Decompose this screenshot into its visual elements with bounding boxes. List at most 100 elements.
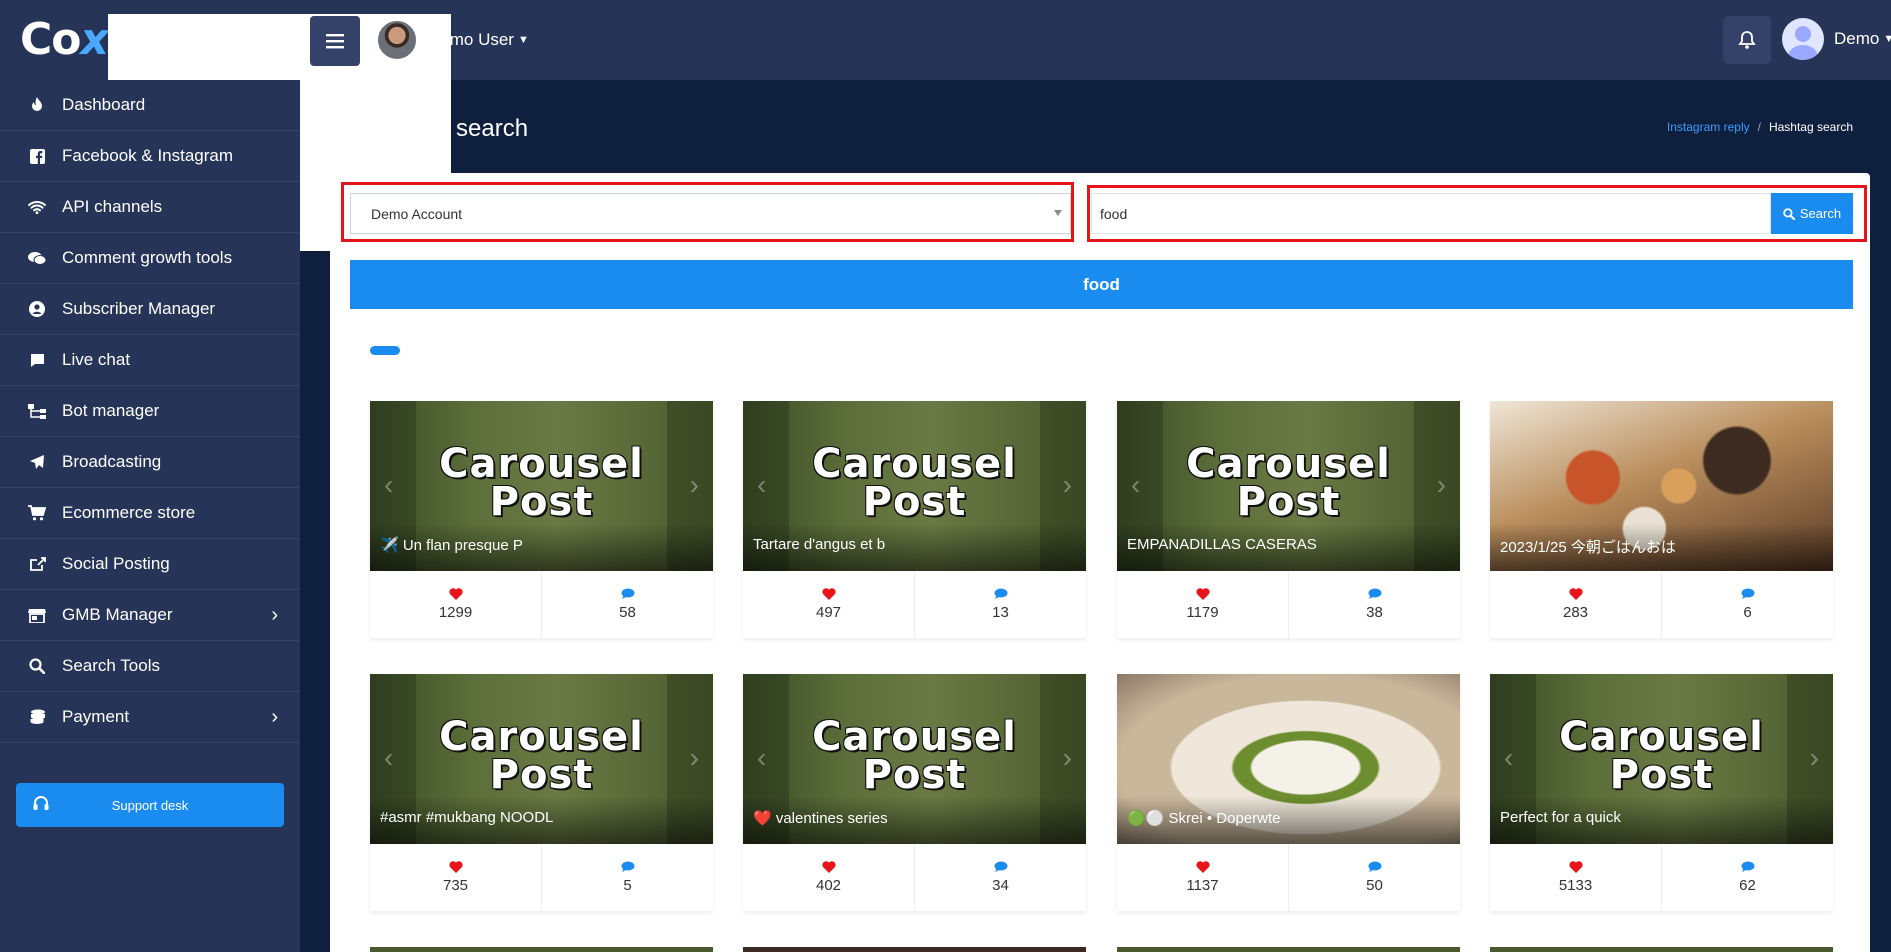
post-caption: ✈️ Un flan presque P	[370, 523, 713, 571]
post-caption: EMPANADILLAS CASERAS	[1117, 523, 1460, 571]
heart-icon	[821, 861, 836, 873]
hamburger-menu-button[interactable]	[310, 16, 360, 66]
post-card[interactable]: ‹ › Carousel Post ✈️ Un flan presque P 129…	[370, 401, 713, 638]
comment-icon	[1741, 588, 1754, 599]
carousel-badge: Carousel Post	[439, 441, 644, 525]
likes-stat: 5133	[1490, 844, 1662, 911]
post-stats: 497 13	[743, 571, 1086, 638]
post-card-partial[interactable]	[1490, 947, 1833, 952]
search-button[interactable]: Search	[1771, 193, 1853, 234]
post-stats: 1299 58	[370, 571, 713, 638]
loading-indicator	[370, 346, 400, 355]
carousel-badge: Carousel Post	[439, 714, 644, 798]
sidebar-item-label: API channels	[62, 197, 163, 216]
post-stats: 5133 62	[1490, 844, 1833, 911]
paper-plane-icon	[26, 454, 48, 470]
sidebar-item-payment[interactable]: Payment ›	[0, 692, 300, 743]
comments-stat: 38	[1289, 571, 1460, 638]
sidebar-item-label: Broadcasting	[62, 452, 162, 471]
wifi-icon	[26, 200, 48, 214]
post-card-partial[interactable]	[1117, 947, 1460, 952]
post-card-partial[interactable]	[370, 947, 713, 952]
comments-stat: 62	[1662, 844, 1833, 911]
user-circle-icon	[26, 301, 48, 317]
post-caption: ❤️ valentines series	[743, 796, 1086, 844]
post-card[interactable]: ‹ › Carousel Post #asmr #mukbang NOODL 735…	[370, 674, 713, 911]
sidebar-item-comment-growth-tools[interactable]: Comment growth tools	[0, 233, 300, 284]
sidebar-item-live-chat[interactable]: Live chat	[0, 335, 300, 386]
comments-icon	[26, 251, 48, 266]
post-card[interactable]: ‹ › Carousel Post Perfect for a quick 5133…	[1490, 674, 1833, 911]
comments-stat: 13	[915, 571, 1086, 638]
likes-stat: 283	[1490, 571, 1662, 638]
sitemap-icon	[26, 403, 48, 419]
post-card-partial[interactable]	[743, 947, 1086, 952]
caret-down-icon: ▼	[517, 34, 529, 46]
notifications-button[interactable]	[1723, 16, 1771, 64]
likes-stat: 1299	[370, 571, 542, 638]
account-select-value: Demo Account	[371, 205, 463, 222]
sidebar-item-social-posting[interactable]: Social Posting	[0, 539, 300, 590]
sidebar-item-label: Subscriber Manager	[62, 299, 216, 318]
share-icon	[26, 556, 48, 572]
post-card[interactable]: 2023/1/25 今朝ごはんおは 283 6	[1490, 401, 1833, 638]
user-dropdown[interactable]: Demo User ▼	[376, 19, 529, 61]
sidebar-item-label: GMB Manager	[62, 605, 173, 624]
comments-stat: 6	[1662, 571, 1833, 638]
comment-icon	[1741, 861, 1754, 872]
post-thumbnail[interactable]: ‹ › Carousel Post Tartare d'angus et b	[743, 401, 1086, 571]
post-thumbnail[interactable]: ‹ › Carousel Post #asmr #mukbang NOODL	[370, 674, 713, 844]
cart-icon	[26, 505, 48, 521]
store-icon	[26, 608, 48, 623]
sidebar-item-label: Ecommerce store	[62, 503, 196, 522]
heart-icon	[448, 861, 463, 873]
sidebar-item-search-tools[interactable]: Search Tools	[0, 641, 300, 692]
sidebar-item-label: Live chat	[62, 350, 131, 369]
post-thumbnail[interactable]: 2023/1/25 今朝ごはんおは	[1490, 401, 1833, 571]
sidebar-item-ecommerce-store[interactable]: Ecommerce store	[0, 488, 300, 539]
dropdown-arrow-icon	[1054, 210, 1062, 216]
post-caption: 2023/1/25 今朝ごはんおは	[1490, 523, 1833, 571]
sidebar-item-dashboard[interactable]: Dashboard	[0, 80, 300, 131]
likes-stat: 1179	[1117, 571, 1289, 638]
bell-icon	[1738, 31, 1756, 49]
post-thumbnail[interactable]: ‹ › Carousel Post EMPANADILLAS CASERAS	[1117, 401, 1460, 571]
post-caption: #asmr #mukbang NOODL	[370, 796, 713, 844]
breadcrumb-current: Hashtag search	[1768, 120, 1853, 134]
comment-icon	[1368, 861, 1381, 872]
sidebar-item-facebook-instagram[interactable]: Facebook & Instagram	[0, 131, 300, 182]
sidebar-item-api-channels[interactable]: API channels	[0, 182, 300, 233]
post-card[interactable]: ‹ › Carousel Post Tartare d'angus et b 497…	[743, 401, 1086, 638]
page-title-text: Hashtag search	[360, 115, 529, 142]
post-thumbnail[interactable]: ‹ › Carousel Post ❤️ valentines series	[743, 674, 1086, 844]
comments-stat: 34	[915, 844, 1086, 911]
heart-icon	[1568, 861, 1583, 873]
post-stats: 1179 38	[1117, 571, 1460, 638]
likes-stat: 1137	[1117, 844, 1289, 911]
carousel-badge: Carousel Post	[812, 714, 1017, 798]
post-thumbnail[interactable]: ‹ › Carousel Post Perfect for a quick	[1490, 674, 1833, 844]
likes-stat: 497	[743, 571, 915, 638]
post-stats: 283 6	[1490, 571, 1833, 638]
post-card[interactable]: 🟢⚪ Skrei • Doperwte 1137 50	[1117, 674, 1460, 911]
sidebar-item-broadcasting[interactable]: Broadcasting	[0, 437, 300, 488]
chat-icon	[26, 353, 48, 368]
sidebar-item-subscriber-manager[interactable]: Subscriber Manager	[0, 284, 300, 335]
comments-stat: 50	[1289, 844, 1460, 911]
app-logo[interactable]: Cox post	[20, 14, 451, 251]
post-card[interactable]: ‹ › Carousel Post ❤️ valentines series 402…	[743, 674, 1086, 911]
post-card[interactable]: ‹ › Carousel Post EMPANADILLAS CASERAS 117…	[1117, 401, 1460, 638]
post-thumbnail[interactable]: ‹ › Carousel Post ✈️ Un flan presque P	[370, 401, 713, 571]
post-caption: Tartare d'angus et b	[743, 523, 1086, 571]
comment-icon	[994, 588, 1007, 599]
account-dropdown[interactable]: Demo ▼	[1782, 18, 1891, 60]
comment-icon	[994, 861, 1007, 872]
sidebar-item-bot-manager[interactable]: Bot manager	[0, 386, 300, 437]
support-desk-button[interactable]: Support desk	[16, 783, 284, 827]
account-select[interactable]: Demo Account	[350, 193, 1071, 234]
hashtag-search-input[interactable]: food	[1091, 193, 1771, 234]
sidebar-item-gmb-manager[interactable]: GMB Manager ›	[0, 590, 300, 641]
breadcrumb-link-instagram-reply[interactable]: Instagram reply	[1667, 120, 1750, 134]
menu-icon	[326, 34, 344, 49]
post-thumbnail[interactable]: 🟢⚪ Skrei • Doperwte	[1117, 674, 1460, 844]
